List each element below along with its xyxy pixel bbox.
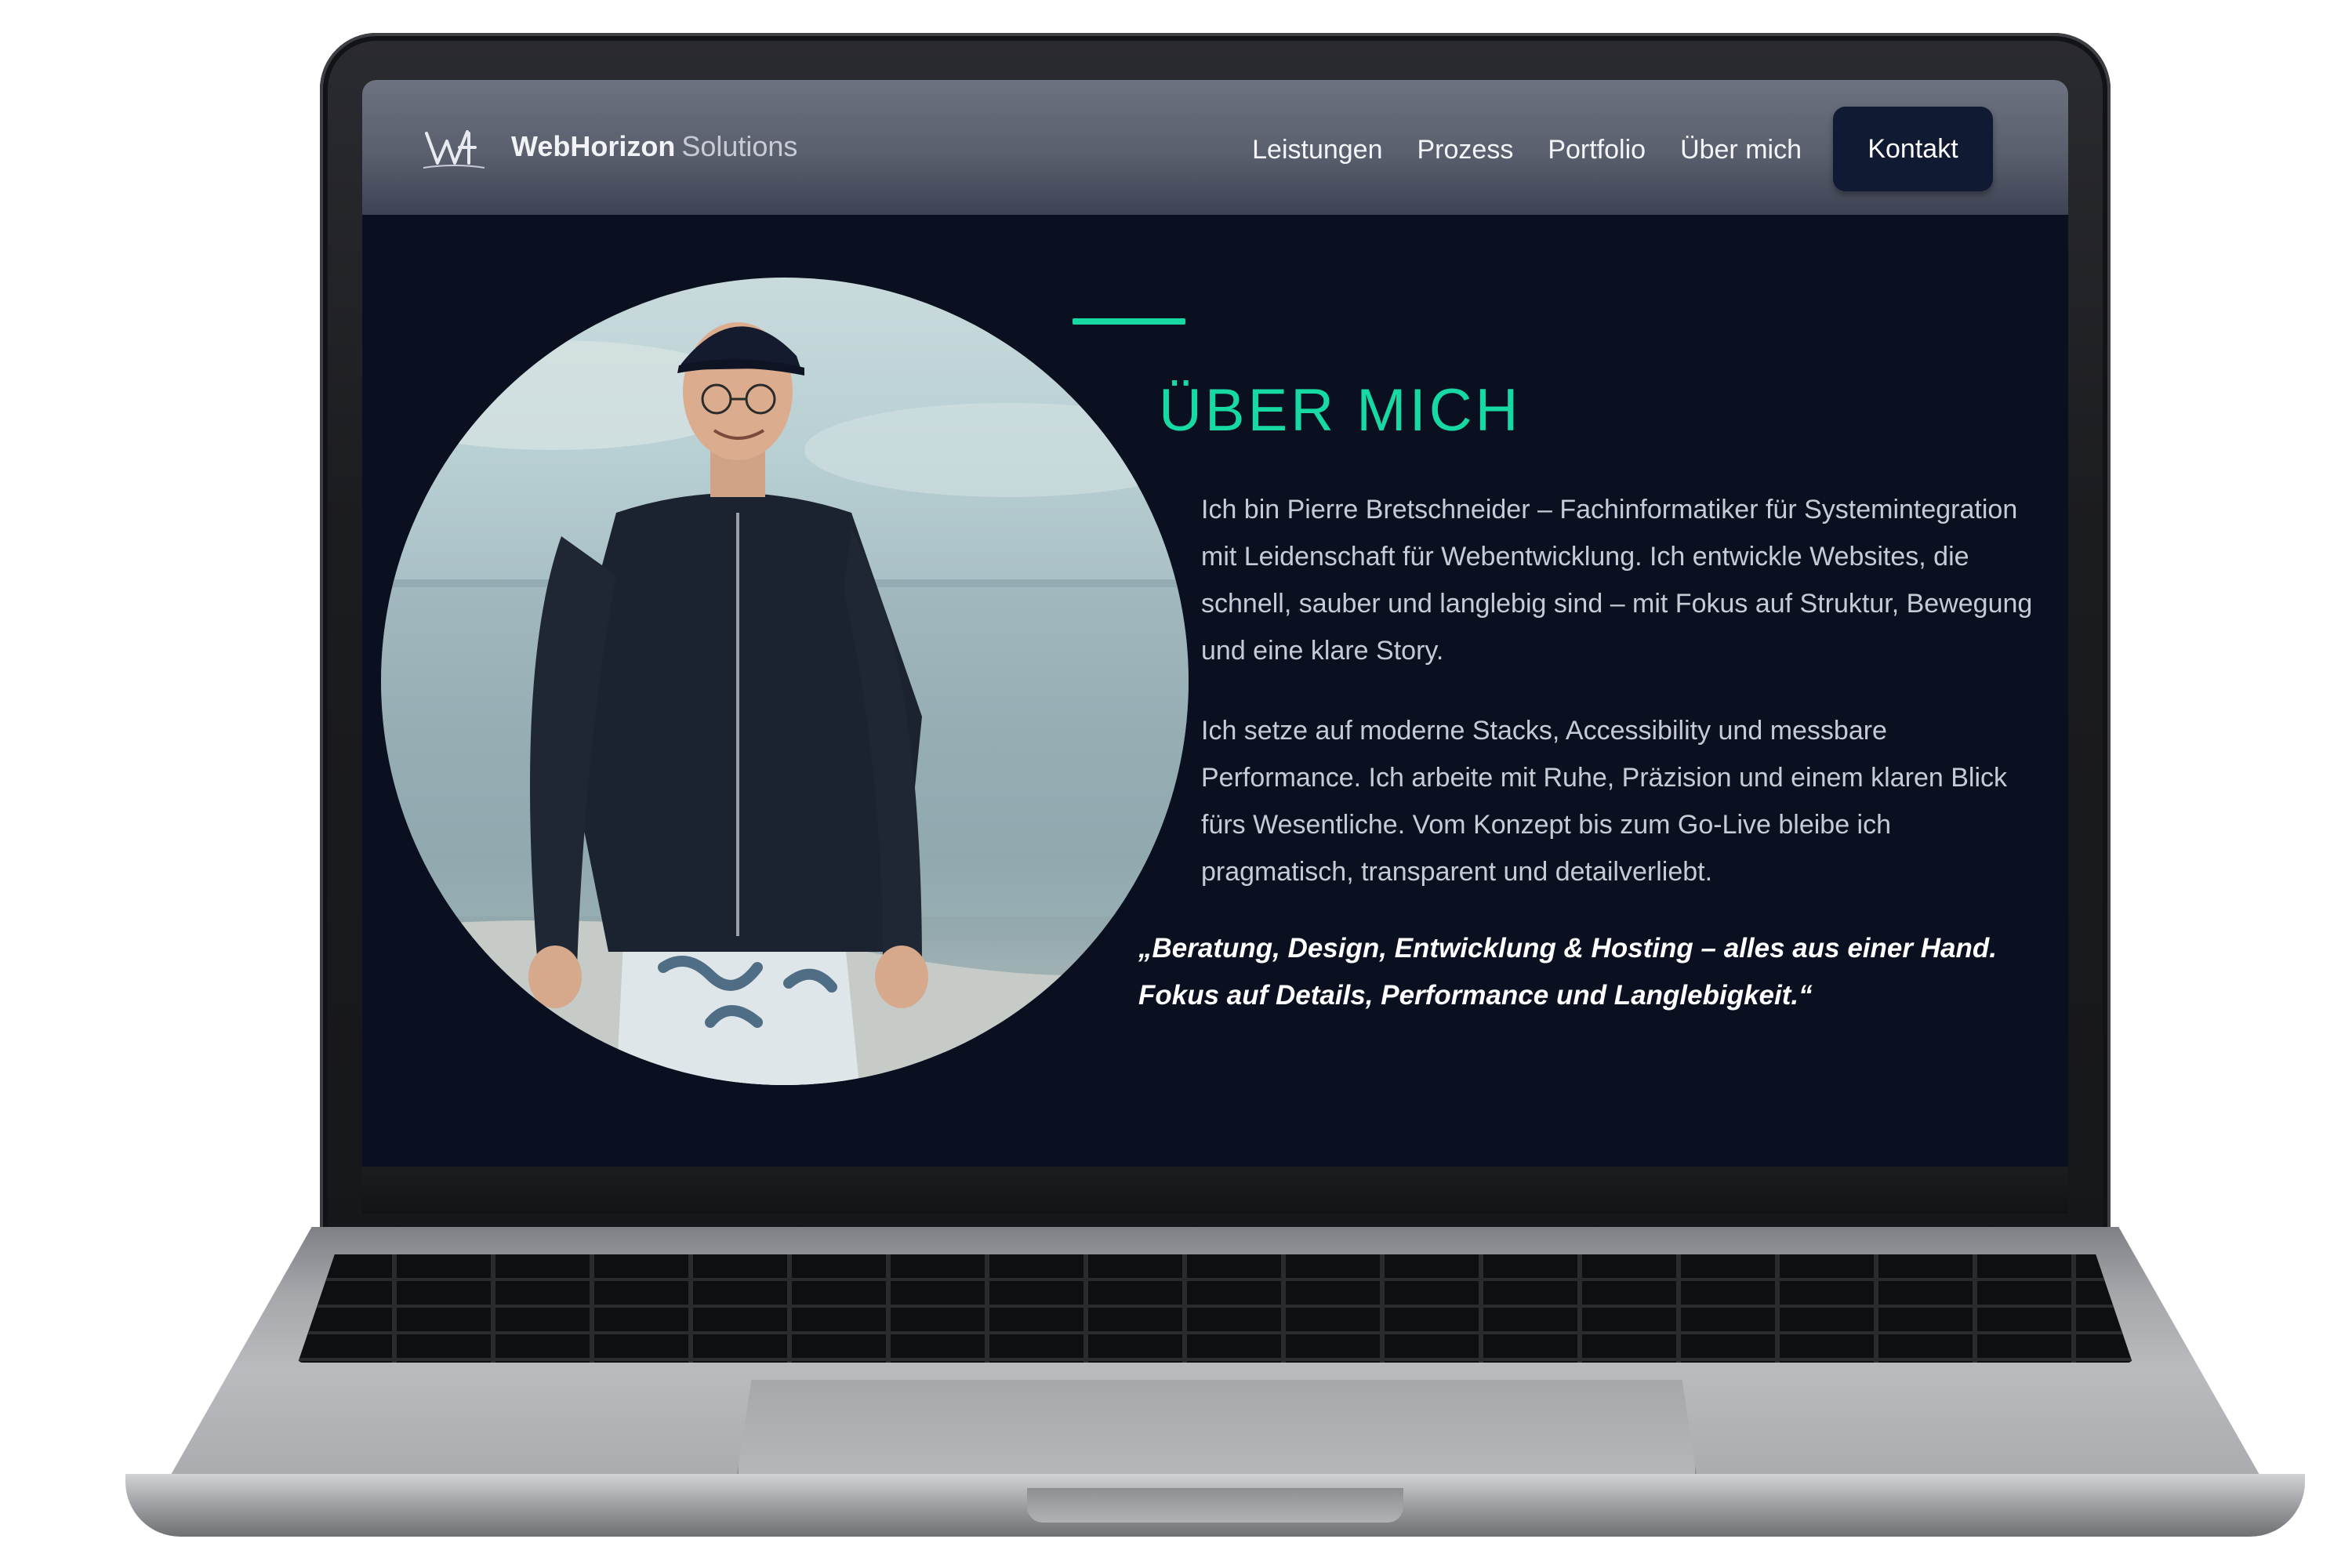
nav-links: Leistungen Prozess Portfolio Über mich bbox=[1252, 135, 1802, 165]
profile-photo bbox=[381, 278, 1189, 1085]
laptop-notch bbox=[1027, 1488, 1403, 1523]
brand-name-light: Solutions bbox=[681, 130, 798, 162]
brand-name[interactable]: WebHorizon Solutions bbox=[511, 130, 797, 163]
heading-accent-bar bbox=[1073, 318, 1185, 325]
wh-logo-icon[interactable] bbox=[423, 127, 485, 172]
about-paragraph-2: Ich setze auf moderne Stacks, Accessibil… bbox=[1201, 716, 2008, 887]
laptop-trackpad bbox=[737, 1380, 1697, 1475]
nav-link-portfolio[interactable]: Portfolio bbox=[1548, 135, 1646, 165]
nav-link-leistungen[interactable]: Leistungen bbox=[1252, 135, 1382, 165]
laptop-keyboard bbox=[298, 1254, 2132, 1363]
about-heading: ÜBER MICH bbox=[1159, 377, 1522, 444]
about-paragraph-1: Ich bin Pierre Bretschneider – Fachinfor… bbox=[1201, 495, 2033, 666]
website-screen: WebHorizon Solutions Leistungen Prozess P… bbox=[362, 80, 2068, 1167]
nav-link-ueber-mich[interactable]: Über mich bbox=[1680, 135, 1802, 165]
profile-photo-illustration bbox=[381, 322, 1189, 1085]
laptop-bezel bbox=[362, 1167, 2068, 1214]
brand-name-bold: WebHorizon bbox=[511, 130, 676, 162]
kontakt-button[interactable]: Kontakt bbox=[1833, 107, 1993, 191]
site-header: WebHorizon Solutions Leistungen Prozess P… bbox=[362, 80, 2068, 215]
nav-link-prozess[interactable]: Prozess bbox=[1417, 135, 1514, 165]
about-quote: „Beratung, Design, Entwicklung & Hosting… bbox=[1138, 933, 1997, 1011]
